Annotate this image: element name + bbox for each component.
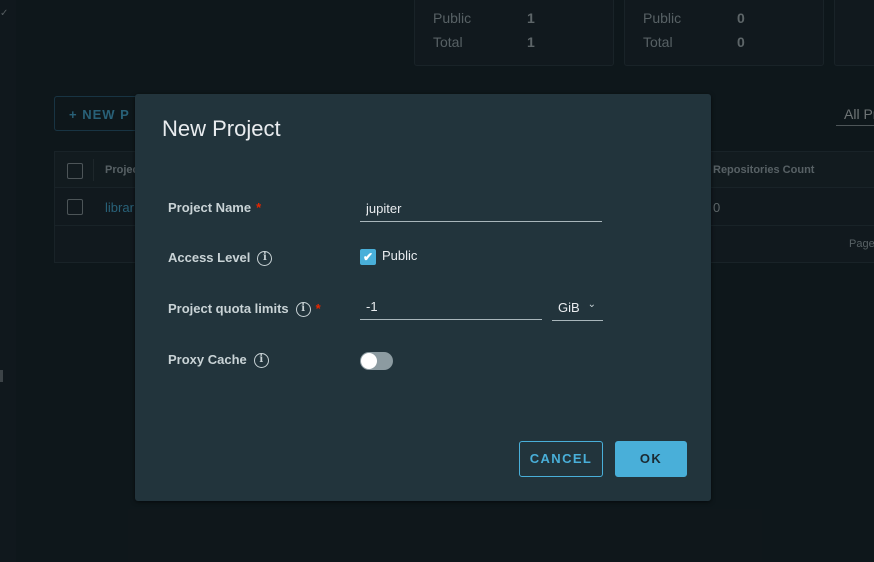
quota-input[interactable] [360, 294, 542, 320]
ok-button[interactable]: OK [615, 441, 687, 477]
required-mark: * [315, 301, 321, 316]
info-icon[interactable]: i [253, 353, 269, 369]
dialog-title: New Project [162, 116, 281, 141]
cancel-button[interactable]: CANCEL [519, 441, 603, 477]
quota-label: Project quota limits i * [168, 301, 321, 318]
label-text: Proxy Cache [168, 352, 247, 367]
proxy-cache-toggle[interactable] [360, 352, 393, 370]
info-icon[interactable]: i [257, 251, 273, 267]
public-checkbox-label[interactable]: Public [382, 248, 417, 263]
new-project-dialog: New Project Project Name* Access Leveli … [135, 94, 711, 501]
label-text: Project Name [168, 200, 252, 215]
proxy-cache-label: Proxy Cache i [168, 352, 269, 369]
access-level-label: Access Level i [168, 250, 273, 267]
label-text: Project quota limits [168, 301, 289, 316]
label-text: Access Level [168, 250, 251, 265]
quota-unit-select[interactable]: GiB ⌄ [552, 294, 603, 321]
info-icon[interactable]: i [295, 302, 311, 318]
required-mark: * [256, 200, 262, 215]
quota-unit-value: GiB [558, 300, 580, 315]
chevron-down-icon: ⌄ [587, 299, 596, 310]
project-name-input[interactable] [360, 196, 602, 222]
public-checkbox[interactable]: ✔ [360, 249, 376, 265]
toggle-knob [361, 353, 377, 369]
project-name-label: Project Name * [168, 200, 261, 215]
